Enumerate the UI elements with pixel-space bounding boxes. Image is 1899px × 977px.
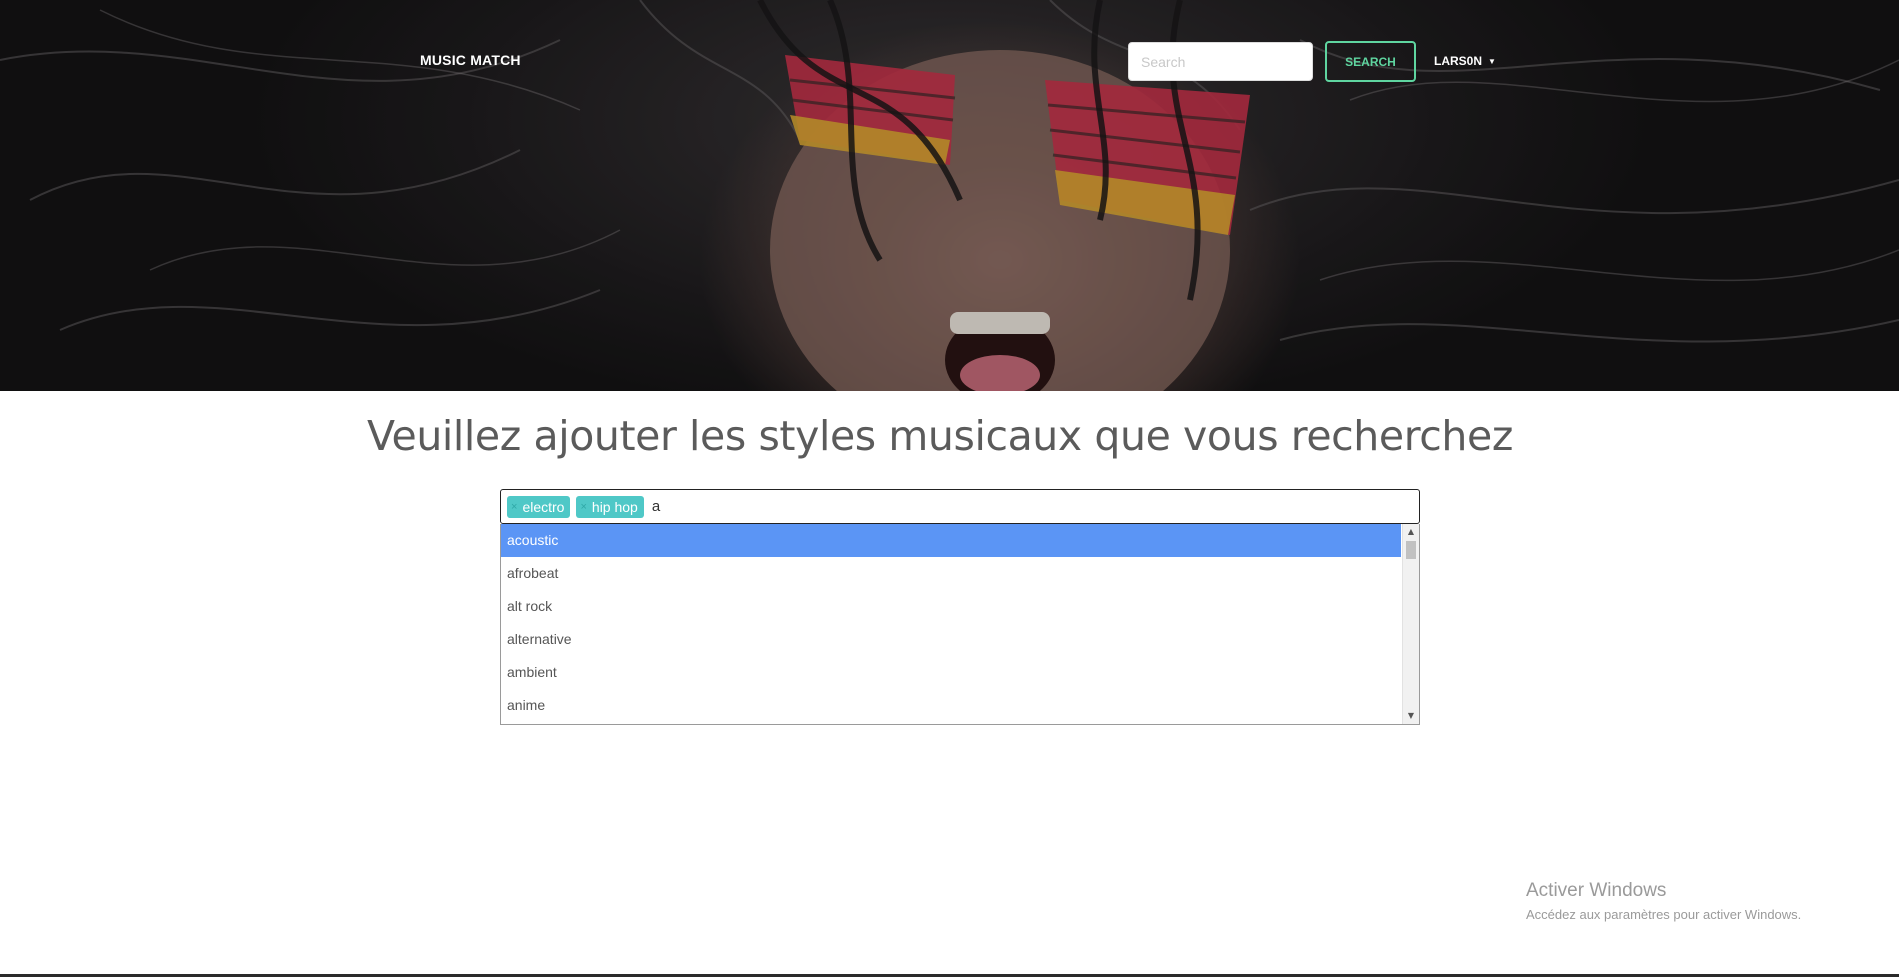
scrollbar-thumb[interactable]: [1406, 541, 1416, 559]
option-alt-rock[interactable]: alt rock: [501, 590, 1401, 623]
scroll-up-arrow-icon[interactable]: ▲: [1403, 525, 1419, 539]
user-menu[interactable]: LARS0N ▼: [1434, 54, 1496, 68]
caret-down-icon: ▼: [1488, 57, 1496, 67]
hero-banner: MUSIC MATCH SEARCH LARS0N ▼: [0, 0, 1899, 391]
style-tag-input[interactable]: × electro × hip hop: [500, 489, 1420, 524]
tag-text-input[interactable]: [649, 498, 852, 515]
search-input[interactable]: [1128, 42, 1313, 81]
option-acoustic[interactable]: acoustic: [501, 524, 1401, 557]
scroll-down-arrow-icon[interactable]: ▼: [1403, 709, 1419, 723]
option-afrobeat[interactable]: afrobeat: [501, 557, 1401, 590]
tag-label: hip hop: [591, 498, 638, 515]
option-alternative[interactable]: alternative: [501, 623, 1401, 656]
windows-activation-title: Activer Windows: [1526, 880, 1667, 901]
remove-tag-icon[interactable]: ×: [580, 501, 586, 513]
brand-logo[interactable]: MUSIC MATCH: [420, 52, 521, 68]
option-ambient[interactable]: ambient: [501, 656, 1401, 689]
windows-activation-subtitle: Accédez aux paramètres pour activer Wind…: [1526, 907, 1802, 922]
autocomplete-list[interactable]: acoustic afrobeat alt rock alternative a…: [500, 524, 1420, 725]
search-button[interactable]: SEARCH: [1325, 41, 1416, 82]
tag-hip-hop: × hip hop: [576, 495, 644, 518]
tag-label: electro: [522, 498, 565, 515]
tag-electro: × electro: [507, 495, 571, 518]
option-anime[interactable]: anime: [501, 689, 1401, 722]
hero-overlay: [0, 0, 1899, 391]
remove-tag-icon[interactable]: ×: [511, 501, 517, 513]
page-title: Veuillez ajouter les styles musicaux que…: [367, 412, 1513, 460]
list-scrollbar[interactable]: ▲ ▼: [1402, 524, 1419, 724]
user-name: LARS0N: [1434, 54, 1483, 68]
